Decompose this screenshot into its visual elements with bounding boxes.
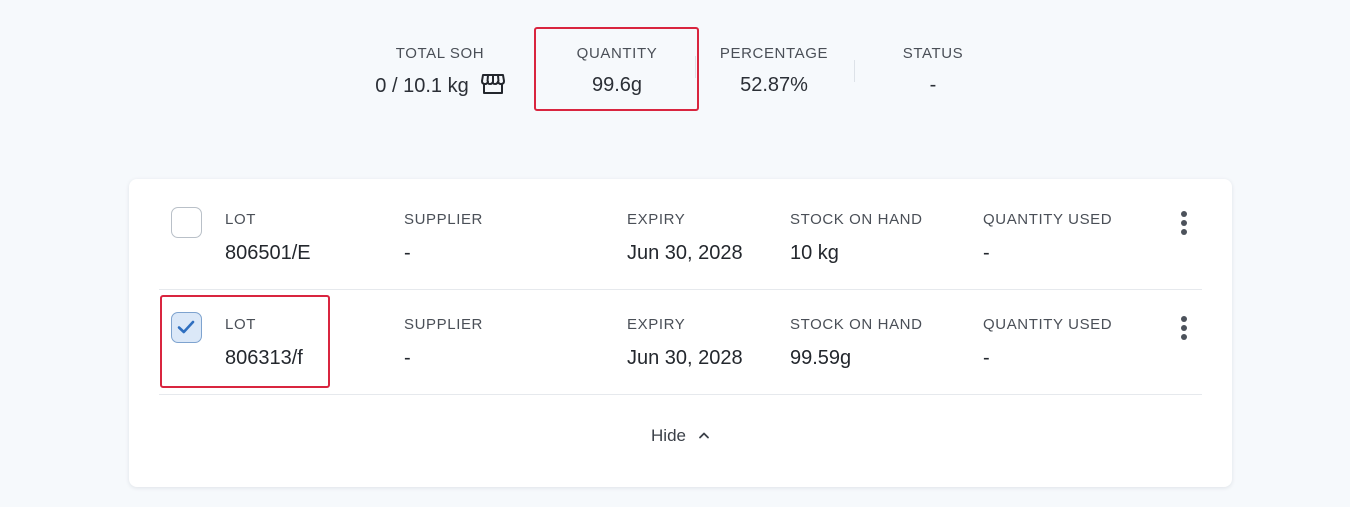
supplier-label: SUPPLIER	[404, 211, 483, 228]
lot-cell: LOT 806501/E	[225, 211, 311, 265]
expiry-cell: EXPIRY Jun 30, 2028	[627, 211, 743, 265]
quantity-used-label: QUANTITY USED	[983, 211, 1113, 228]
stat-total-soh-label: TOTAL SOH	[395, 45, 485, 62]
stat-percentage-label: PERCENTAGE	[719, 45, 829, 62]
quantity-used-cell: QUANTITY USED -	[983, 211, 1112, 265]
quantity-highlight-box	[534, 27, 699, 111]
stat-percentage-value: 52.87%	[740, 74, 808, 96]
chevron-up-icon	[699, 432, 709, 439]
lot-row: LOT 806501/E SUPPLIER - EXPIRY Jun 30, 2…	[159, 185, 1202, 290]
supplier-value: -	[404, 347, 411, 369]
stock-on-hand-label: STOCK ON HAND	[790, 211, 923, 228]
lot-checkbox[interactable]	[171, 207, 202, 238]
stat-divider	[854, 60, 855, 82]
more-options-icon[interactable]	[1176, 209, 1192, 237]
hide-lots-label: Hide	[651, 426, 686, 445]
supplier-cell: SUPPLIER -	[404, 211, 483, 265]
expiry-value: Jun 30, 2028	[627, 347, 743, 369]
stat-status-value: -	[929, 74, 937, 96]
quantity-used-label: QUANTITY USED	[983, 316, 1113, 333]
supplier-label: SUPPLIER	[404, 316, 483, 333]
hide-lots-button[interactable]: Hide	[129, 421, 1232, 451]
store-icon[interactable]	[480, 73, 505, 95]
expiry-value: Jun 30, 2028	[627, 242, 743, 264]
stock-on-hand-cell: STOCK ON HAND 99.59g	[790, 316, 923, 370]
stock-on-hand-label: STOCK ON HAND	[790, 316, 923, 333]
stat-status-label: STATUS	[902, 45, 964, 62]
selected-lot-highlight-box	[160, 295, 330, 388]
expiry-cell: EXPIRY Jun 30, 2028	[627, 316, 743, 370]
stock-on-hand-value: 99.59g	[790, 347, 852, 369]
quantity-used-value: -	[983, 242, 990, 264]
stat-total-soh-value: 0 / 10.1 kg	[375, 75, 469, 97]
quantity-used-value: -	[983, 347, 990, 369]
quantity-used-cell: QUANTITY USED -	[983, 316, 1112, 370]
more-options-icon[interactable]	[1176, 314, 1192, 342]
expiry-label: EXPIRY	[627, 316, 686, 333]
stat-total-soh-value-wrap: 0 / 10.1 kg	[360, 73, 520, 97]
supplier-value: -	[404, 242, 411, 264]
expiry-label: EXPIRY	[627, 211, 686, 228]
stat-status: STATUS -	[868, 45, 998, 97]
stock-on-hand-value: 10 kg	[790, 242, 839, 264]
stat-percentage: PERCENTAGE 52.87%	[700, 45, 848, 97]
lot-label: LOT	[225, 211, 256, 228]
stat-total-soh: TOTAL SOH 0 / 10.1 kg	[360, 45, 520, 97]
supplier-cell: SUPPLIER -	[404, 316, 483, 370]
stock-on-hand-cell: STOCK ON HAND 10 kg	[790, 211, 923, 265]
lot-value: 806501/E	[225, 242, 311, 264]
